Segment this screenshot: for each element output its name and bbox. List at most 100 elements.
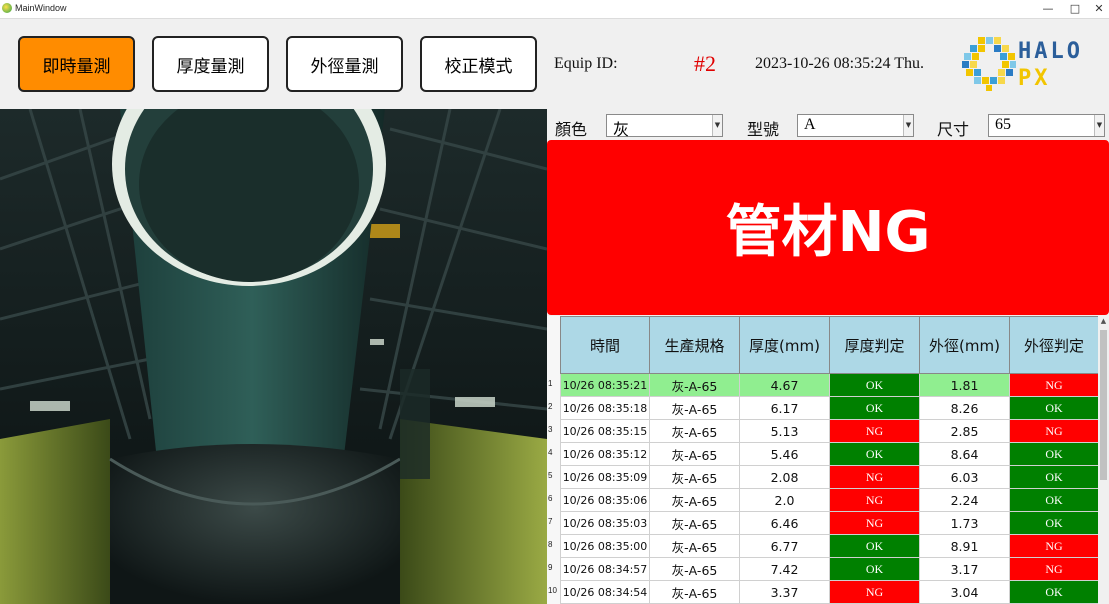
- cell-thickness-judge[interactable]: NG: [829, 488, 920, 512]
- row-number: 8: [548, 540, 553, 549]
- minimize-button[interactable]: —: [1034, 0, 1062, 18]
- cell-outer-diameter[interactable]: 1.73: [919, 511, 1010, 535]
- close-button[interactable]: ✕: [1085, 0, 1109, 18]
- cell-thickness-judge[interactable]: NG: [829, 511, 920, 535]
- cell-outer-diameter-judge[interactable]: NG: [1009, 534, 1099, 558]
- color-label: 顏色: [555, 120, 588, 139]
- cell-thickness[interactable]: 5.46: [739, 442, 830, 466]
- cell-time[interactable]: 10/26 08:35:12: [560, 442, 650, 466]
- table-row[interactable]: 10/26 08:35:03 灰-A-65 6.46 NG 1.73 OK: [560, 511, 1099, 535]
- row-number: 5: [548, 471, 553, 480]
- outer-diameter-measure-button[interactable]: 外徑量測: [286, 36, 403, 92]
- size-select[interactable]: 65 ▼: [988, 114, 1105, 137]
- cell-time[interactable]: 10/26 08:35:06: [560, 488, 650, 512]
- chevron-down-icon[interactable]: ▼: [712, 115, 722, 136]
- cell-outer-diameter[interactable]: 1.81: [919, 373, 1010, 397]
- cell-outer-diameter[interactable]: 8.64: [919, 442, 1010, 466]
- cell-spec[interactable]: 灰-A-65: [649, 488, 740, 512]
- cell-thickness-judge[interactable]: OK: [829, 534, 920, 558]
- cell-thickness-judge[interactable]: OK: [829, 557, 920, 581]
- cell-outer-diameter[interactable]: 3.04: [919, 580, 1010, 604]
- cell-thickness-judge[interactable]: NG: [829, 580, 920, 604]
- cell-spec[interactable]: 灰-A-65: [649, 580, 740, 604]
- cell-thickness-judge[interactable]: NG: [829, 465, 920, 489]
- header-time[interactable]: 時間: [560, 316, 650, 374]
- table-row[interactable]: 10/26 08:34:54 灰-A-65 3.37 NG 3.04 OK: [560, 580, 1099, 604]
- cell-outer-diameter-judge[interactable]: OK: [1009, 396, 1099, 420]
- cell-thickness[interactable]: 6.17: [739, 396, 830, 420]
- cell-outer-diameter-judge[interactable]: OK: [1009, 465, 1099, 489]
- cell-spec[interactable]: 灰-A-65: [649, 373, 740, 397]
- cell-thickness[interactable]: 2.08: [739, 465, 830, 489]
- result-banner: 管材NG: [547, 140, 1109, 315]
- size-select-value: 65: [995, 116, 1011, 133]
- cell-outer-diameter[interactable]: 8.26: [919, 396, 1010, 420]
- cell-time[interactable]: 10/26 08:34:54: [560, 580, 650, 604]
- cell-time[interactable]: 10/26 08:35:09: [560, 465, 650, 489]
- camera-view: [0, 109, 547, 604]
- table-row[interactable]: 10/26 08:34:57 灰-A-65 7.42 OK 3.17 NG: [560, 557, 1099, 581]
- cell-time[interactable]: 10/26 08:35:00: [560, 534, 650, 558]
- header-spec[interactable]: 生產規格: [649, 316, 740, 374]
- cell-time[interactable]: 10/26 08:35:03: [560, 511, 650, 535]
- cell-thickness-judge[interactable]: OK: [829, 373, 920, 397]
- model-select[interactable]: A ▼: [797, 114, 914, 137]
- cell-time[interactable]: 10/26 08:35:15: [560, 419, 650, 443]
- cell-thickness[interactable]: 7.42: [739, 557, 830, 581]
- cell-outer-diameter-judge[interactable]: NG: [1009, 557, 1099, 581]
- cell-spec[interactable]: 灰-A-65: [649, 396, 740, 420]
- table-row[interactable]: 10/26 08:35:21 灰-A-65 4.67 OK 1.81 NG: [560, 373, 1099, 397]
- color-select[interactable]: 灰 ▼: [606, 114, 723, 139]
- cell-spec[interactable]: 灰-A-65: [649, 534, 740, 558]
- cell-thickness[interactable]: 6.77: [739, 534, 830, 558]
- equip-id-value: #2: [694, 51, 716, 76]
- scroll-thumb[interactable]: [1100, 330, 1107, 480]
- cell-time[interactable]: 10/26 08:34:57: [560, 557, 650, 581]
- cell-outer-diameter-judge[interactable]: OK: [1009, 580, 1099, 604]
- table-row[interactable]: 10/26 08:35:06 灰-A-65 2.0 NG 2.24 OK: [560, 488, 1099, 512]
- cell-outer-diameter[interactable]: 6.03: [919, 465, 1010, 489]
- cell-spec[interactable]: 灰-A-65: [649, 465, 740, 489]
- cell-outer-diameter[interactable]: 3.17: [919, 557, 1010, 581]
- equip-id-label: Equip ID:: [554, 55, 618, 72]
- chevron-down-icon[interactable]: ▼: [903, 115, 913, 136]
- calibration-mode-button[interactable]: 校正模式: [420, 36, 537, 92]
- cell-thickness-judge[interactable]: NG: [829, 419, 920, 443]
- cell-thickness[interactable]: 6.46: [739, 511, 830, 535]
- table-row[interactable]: 10/26 08:35:09 灰-A-65 2.08 NG 6.03 OK: [560, 465, 1099, 489]
- cell-outer-diameter-judge[interactable]: OK: [1009, 511, 1099, 535]
- cell-outer-diameter-judge[interactable]: NG: [1009, 373, 1099, 397]
- cell-thickness-judge[interactable]: OK: [829, 396, 920, 420]
- cell-time[interactable]: 10/26 08:35:18: [560, 396, 650, 420]
- cell-spec[interactable]: 灰-A-65: [649, 419, 740, 443]
- row-number: 4: [548, 448, 553, 457]
- cell-outer-diameter[interactable]: 8.91: [919, 534, 1010, 558]
- cell-outer-diameter[interactable]: 2.24: [919, 488, 1010, 512]
- scroll-up-icon[interactable]: ▲: [1098, 316, 1109, 327]
- cell-spec[interactable]: 灰-A-65: [649, 442, 740, 466]
- cell-thickness[interactable]: 5.13: [739, 419, 830, 443]
- cell-spec[interactable]: 灰-A-65: [649, 511, 740, 535]
- header-thickness-judge[interactable]: 厚度判定: [829, 316, 920, 374]
- chevron-down-icon[interactable]: ▼: [1094, 115, 1104, 136]
- header-outer-diameter-judge[interactable]: 外徑判定: [1009, 316, 1099, 374]
- header-outer-diameter[interactable]: 外徑(mm): [919, 316, 1010, 374]
- table-row[interactable]: 10/26 08:35:12 灰-A-65 5.46 OK 8.64 OK: [560, 442, 1099, 466]
- cell-time[interactable]: 10/26 08:35:21: [560, 373, 650, 397]
- table-row[interactable]: 10/26 08:35:00 灰-A-65 6.77 OK 8.91 NG: [560, 534, 1099, 558]
- cell-outer-diameter-judge[interactable]: OK: [1009, 488, 1099, 512]
- cell-thickness-judge[interactable]: OK: [829, 442, 920, 466]
- cell-thickness[interactable]: 2.0: [739, 488, 830, 512]
- table-scrollbar[interactable]: ▲: [1098, 316, 1109, 604]
- cell-outer-diameter-judge[interactable]: NG: [1009, 419, 1099, 443]
- realtime-measure-button[interactable]: 即時量測: [18, 36, 135, 92]
- cell-thickness[interactable]: 4.67: [739, 373, 830, 397]
- cell-outer-diameter-judge[interactable]: OK: [1009, 442, 1099, 466]
- cell-thickness[interactable]: 3.37: [739, 580, 830, 604]
- cell-spec[interactable]: 灰-A-65: [649, 557, 740, 581]
- thickness-measure-button[interactable]: 厚度量測: [152, 36, 269, 92]
- cell-outer-diameter[interactable]: 2.85: [919, 419, 1010, 443]
- table-row[interactable]: 10/26 08:35:18 灰-A-65 6.17 OK 8.26 OK: [560, 396, 1099, 420]
- header-thickness[interactable]: 厚度(mm): [739, 316, 830, 374]
- table-row[interactable]: 10/26 08:35:15 灰-A-65 5.13 NG 2.85 NG: [560, 419, 1099, 443]
